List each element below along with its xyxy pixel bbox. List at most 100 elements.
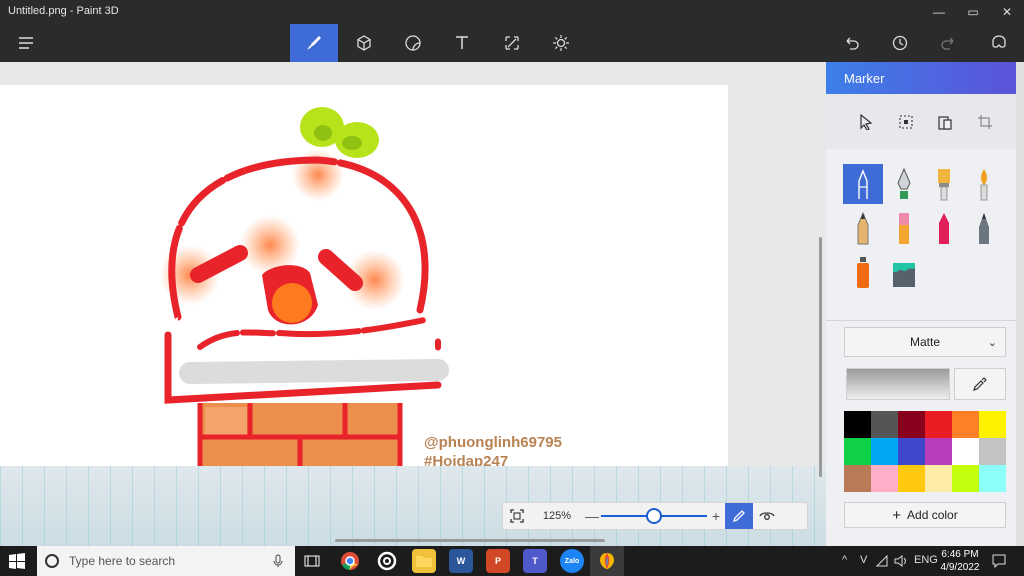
stickers-tool-button[interactable]	[389, 24, 437, 62]
color-palette	[844, 411, 1006, 492]
selection-tools	[826, 94, 1016, 149]
draw-mode-button[interactable]	[725, 503, 753, 529]
canvas-icon	[505, 36, 519, 50]
current-color-preview[interactable]	[846, 368, 950, 400]
zoom-slider-thumb[interactable]	[646, 508, 662, 524]
effects-tool-button[interactable]	[537, 24, 585, 62]
fit-to-window-button[interactable]	[503, 503, 531, 529]
color-swatch[interactable]	[871, 465, 898, 492]
main-toolbar	[0, 24, 1024, 62]
powerpoint-button[interactable]: P	[486, 549, 510, 573]
paste-button[interactable]	[935, 112, 955, 132]
teams-button[interactable]: T	[523, 549, 547, 573]
fill-bucket-icon	[893, 263, 915, 287]
brush-eraser[interactable]	[884, 208, 924, 248]
plus-icon: +	[892, 506, 902, 524]
brush-marker[interactable]	[843, 164, 883, 204]
task-view-button[interactable]	[300, 549, 324, 573]
view-mode-button[interactable]	[753, 503, 781, 529]
stickers-icon	[405, 35, 421, 51]
finish-dropdown[interactable]: Matte ⌄	[844, 327, 1006, 357]
color-swatch[interactable]	[871, 411, 898, 438]
brush-crayon[interactable]	[924, 208, 964, 248]
text-tool-button[interactable]	[438, 24, 486, 62]
mixed-reality-button[interactable]	[975, 24, 1023, 62]
notification-icon[interactable]	[992, 554, 1006, 568]
clock[interactable]: 6:46 PM 4/9/2022	[936, 548, 984, 574]
zoom-percent: 125%	[542, 510, 572, 522]
watercolor-icon	[980, 169, 988, 201]
color-swatch[interactable]	[925, 438, 952, 465]
brush-spray-can[interactable]	[843, 252, 883, 292]
drawing-canvas[interactable]: @phuonglinh69795 #Hoidap247	[0, 85, 728, 470]
minimize-button[interactable]: —	[922, 0, 956, 24]
color-swatch[interactable]	[844, 438, 871, 465]
volume-icon[interactable]	[894, 555, 908, 567]
panel-scrollbar[interactable]	[1016, 62, 1024, 546]
zoom-out-button[interactable]: —	[583, 508, 601, 524]
select-icon	[860, 114, 873, 130]
oil-brush-icon	[938, 169, 950, 201]
file-explorer-button[interactable]	[412, 549, 436, 573]
brush-pixel-pen[interactable]	[964, 208, 1004, 248]
3d-shapes-tool-button[interactable]	[340, 24, 388, 62]
brush-pencil[interactable]	[843, 208, 883, 248]
undo-button[interactable]	[827, 24, 875, 62]
add-color-button[interactable]: + Add color	[844, 502, 1006, 528]
network-icon[interactable]	[876, 555, 888, 567]
history-button[interactable]	[876, 24, 924, 62]
eyedropper-button[interactable]	[954, 368, 1006, 400]
crop-button[interactable]	[975, 112, 995, 132]
horizontal-scrollbar[interactable]	[335, 539, 605, 542]
vertical-scrollbar[interactable]	[819, 237, 822, 477]
color-swatch[interactable]	[979, 411, 1006, 438]
fit-icon	[510, 509, 524, 523]
brush-watercolor[interactable]	[964, 164, 1004, 204]
brush-fill[interactable]	[884, 252, 924, 292]
color-swatch[interactable]	[844, 465, 871, 492]
color-swatch[interactable]	[979, 438, 1006, 465]
color-swatch[interactable]	[898, 438, 925, 465]
redo-button[interactable]	[925, 24, 973, 62]
tray-v-icon[interactable]: V	[860, 554, 867, 566]
crop-select-button[interactable]	[896, 112, 916, 132]
brush-grid	[826, 160, 1016, 310]
tray-overflow-button[interactable]: ^	[842, 554, 847, 566]
select-tool-button[interactable]	[856, 112, 876, 132]
spray-can-icon	[857, 257, 869, 288]
color-swatch[interactable]	[952, 465, 979, 492]
color-swatch[interactable]	[844, 411, 871, 438]
color-swatch[interactable]	[925, 465, 952, 492]
brush-oil-brush[interactable]	[924, 164, 964, 204]
menu-button[interactable]	[2, 24, 50, 62]
color-swatch[interactable]	[952, 411, 979, 438]
chrome-taskbar-button[interactable]	[338, 549, 362, 573]
color-swatch[interactable]	[952, 438, 979, 465]
cortana-button[interactable]	[375, 549, 399, 573]
color-swatch[interactable]	[898, 465, 925, 492]
brush-panel: Marker Matte ⌄ + Add color	[826, 62, 1016, 546]
start-button[interactable]	[8, 552, 26, 570]
zoom-in-button[interactable]: +	[707, 508, 725, 524]
canvas-tool-button[interactable]	[488, 24, 536, 62]
brush-calligraphy-pen[interactable]	[884, 164, 924, 204]
paint3d-taskbar-button[interactable]	[590, 546, 624, 576]
word-button[interactable]: W	[449, 549, 473, 573]
effects-icon	[553, 35, 569, 51]
language-indicator[interactable]: ENG	[914, 554, 938, 566]
color-swatch[interactable]	[871, 438, 898, 465]
color-swatch[interactable]	[925, 411, 952, 438]
microphone-icon[interactable]	[273, 554, 283, 568]
zalo-button[interactable]: Zalo	[560, 549, 584, 573]
pencil-icon	[857, 211, 869, 245]
zoom-slider[interactable]	[601, 506, 707, 526]
color-swatch[interactable]	[979, 465, 1006, 492]
taskbar-search[interactable]: Type here to search	[37, 546, 295, 576]
pen-icon	[732, 510, 745, 523]
close-button[interactable]: ✕	[990, 0, 1024, 24]
calligraphy-pen-icon	[897, 167, 911, 199]
color-swatch[interactable]	[898, 411, 925, 438]
brushes-tool-button[interactable]	[290, 24, 338, 62]
chimney-bricks	[197, 403, 403, 466]
maximize-button[interactable]: ▭	[956, 0, 990, 24]
